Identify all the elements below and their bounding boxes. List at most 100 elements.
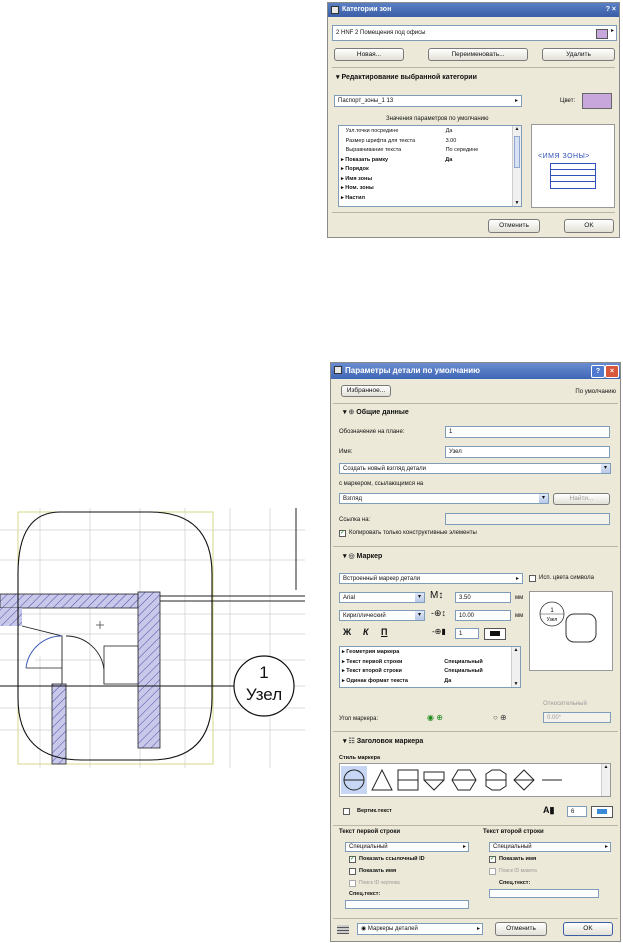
cancel-button[interactable]: Отменить xyxy=(488,219,540,233)
symbol-colors-checkbox[interactable] xyxy=(529,575,536,582)
footer-select-value: Маркеры деталей xyxy=(367,926,418,932)
zone-categories-dialog: Категории зон ? × 2 HNF 2 Помещения под … xyxy=(327,2,620,238)
font-select[interactable]: Arial ▾ xyxy=(339,592,425,603)
show-name-checkbox-right[interactable]: ✓ xyxy=(489,856,496,863)
param-row[interactable]: Размер шрифта для текста 3.00 xyxy=(341,138,457,144)
text-pen-icon: A▮ xyxy=(543,805,555,815)
marker-icon: ◎ xyxy=(348,553,355,560)
param-row[interactable]: ▸ Показать рамку Да xyxy=(341,157,452,163)
marker-param-row[interactable]: ▸ Одинак формат текста Да xyxy=(342,678,451,684)
default-label: По умолчанию xyxy=(575,389,616,395)
marker-params-list[interactable]: ▸ Геометрия маркера ▸ Текст первой строки… xyxy=(339,646,521,688)
new-category-button[interactable]: Новая... xyxy=(334,48,404,61)
param-row[interactable]: ▸ Настил xyxy=(341,195,445,201)
param-row[interactable]: ▸ Имя зоны xyxy=(341,176,445,182)
first-line-select[interactable]: Специальный ▸ xyxy=(345,842,469,852)
text-pen-field[interactable]: 6 xyxy=(567,806,587,817)
scroll-down-icon[interactable]: ▼ xyxy=(512,681,520,687)
show-ref-id-checkbox[interactable]: ✓ xyxy=(349,856,356,863)
find-button[interactable]: Найти... xyxy=(553,493,610,505)
help-icon[interactable]: ? xyxy=(591,365,605,378)
angle-radio-custom[interactable]: ○ ⊕ xyxy=(493,713,507,722)
spec-text-field-right[interactable] xyxy=(489,889,599,898)
marker-param-row[interactable]: ▸ Текст второй строки Специальный xyxy=(342,668,483,674)
help-close-icon[interactable]: ? × xyxy=(606,3,616,17)
spec-text-label-right: Спец.текст: xyxy=(499,880,531,886)
font-size-field[interactable]: 3.50 xyxy=(455,592,511,603)
offset-field[interactable]: 10.00 xyxy=(455,610,511,621)
delete-category-button[interactable]: Удалить xyxy=(542,48,615,61)
view-value: Взгляд xyxy=(343,496,363,502)
vertical-text-checkbox[interactable] xyxy=(343,808,350,815)
chevron-right-icon: ▸ xyxy=(610,28,614,34)
name-field[interactable]: Узел xyxy=(445,446,610,458)
search-id-checkbox[interactable] xyxy=(349,880,356,887)
passport-value: Паспорт_зоны_1 13 xyxy=(338,98,394,104)
text-color-swatch[interactable] xyxy=(591,806,613,818)
marker-param-row[interactable]: ▸ Геометрия маркера xyxy=(342,649,444,655)
scroll-thumb[interactable] xyxy=(514,136,520,168)
marker-style-picker[interactable]: ▲ xyxy=(339,763,611,797)
scroll-down-icon[interactable]: ▼ xyxy=(513,200,521,206)
zone-preview-stamp xyxy=(550,163,596,189)
edit-category-section[interactable]: ▾ Редактирование выбранной категории xyxy=(336,73,477,81)
ok-button[interactable]: OK xyxy=(564,219,614,233)
second-line-select[interactable]: Специальный ▸ xyxy=(489,842,611,852)
zone-category-value: 2 HNF 2 Помещения под офисы xyxy=(336,30,426,36)
pen-color-swatch[interactable] xyxy=(484,628,506,640)
cancel-button[interactable]: Отменить xyxy=(495,922,547,936)
create-view-select[interactable]: Создать новый взгляд детали ▾ xyxy=(339,463,611,474)
marker-header-section[interactable]: ▾ ☷ Заголовок маркера xyxy=(343,737,423,745)
zone-category-field[interactable]: 2 HNF 2 Помещения под офисы ▸ xyxy=(332,25,617,41)
italic-button[interactable]: К xyxy=(363,627,369,637)
marker-preview-graphic: 1 Узел xyxy=(539,601,597,643)
scroll-up-icon[interactable]: ▲ xyxy=(513,126,521,132)
scrollbar[interactable]: ▲ ▼ xyxy=(512,126,521,206)
marker-param-value: Да xyxy=(444,677,452,684)
font-value: Arial xyxy=(343,595,356,601)
link-field[interactable] xyxy=(445,513,610,525)
general-section-header[interactable]: ▾ ⊕ Общие данные xyxy=(343,408,409,416)
marker-section-header[interactable]: ▾ ◎ Маркер xyxy=(343,552,382,560)
marker-param-row[interactable]: ▸ Текст первой строки Специальный xyxy=(342,659,483,665)
param-row[interactable]: ▸ Ном. зоны xyxy=(341,185,445,191)
param-row[interactable]: Узл.точки посредине Да xyxy=(341,128,453,134)
chevron-right-icon: ▸ xyxy=(476,926,480,932)
plan-id-field[interactable]: 1 xyxy=(445,426,610,438)
show-name-checkbox-left[interactable] xyxy=(349,868,356,875)
marker-style-options xyxy=(341,766,562,794)
pen-field[interactable]: 1 xyxy=(455,628,479,639)
floor-plan-drawing: 1 Узел xyxy=(0,508,305,768)
scrollbar[interactable]: ▲ ▼ xyxy=(511,647,520,687)
params-list[interactable]: Узл.точки посредине Да Размер шрифта для … xyxy=(338,125,522,207)
footer-select[interactable]: ◉ Маркеры деталей ▸ xyxy=(357,923,483,935)
color-swatch[interactable] xyxy=(582,93,612,109)
close-icon[interactable]: × xyxy=(605,365,619,378)
copy-elements-label: Копировать только конструктивные элемент… xyxy=(349,530,477,536)
divider xyxy=(333,918,618,919)
ok-button[interactable]: OK xyxy=(563,922,613,936)
favorites-button[interactable]: Избранное... xyxy=(341,385,391,397)
marker-param-value: Специальный xyxy=(444,658,483,665)
scroll-up-icon[interactable]: ▲ xyxy=(512,647,520,653)
sheet-id-checkbox[interactable] xyxy=(489,868,496,875)
passport-select[interactable]: Паспорт_зоны_1 13 ▸ xyxy=(334,95,522,107)
underline-button[interactable]: П xyxy=(381,627,387,637)
param-value: Да xyxy=(445,156,453,163)
rename-category-button[interactable]: Переименовать... xyxy=(428,48,528,61)
angle-field[interactable]: 0.00° xyxy=(543,712,611,723)
param-row[interactable]: ▸ Порядок xyxy=(341,166,445,172)
marker-number: 1 xyxy=(259,663,268,682)
chevron-right-icon: ▸ xyxy=(462,844,466,850)
charset-select[interactable]: Кириллический ▾ xyxy=(339,610,425,621)
marker-type-select[interactable]: Встроенный маркер детали ▸ xyxy=(339,573,523,584)
param-row[interactable]: Выравнивание текста По середине xyxy=(341,147,479,153)
angle-radio-horizontal[interactable]: ◉ ⊕ xyxy=(427,713,443,722)
category-color-swatch[interactable] xyxy=(596,29,608,39)
param-name: Имя зоны xyxy=(345,175,373,182)
view-select[interactable]: Взгляд ▾ xyxy=(339,493,549,504)
bold-button[interactable]: Ж xyxy=(343,627,351,637)
copy-elements-checkbox[interactable]: ✓ xyxy=(339,530,346,537)
scrollbar[interactable]: ▲ xyxy=(601,764,610,796)
spec-text-field-left[interactable] xyxy=(345,900,469,909)
